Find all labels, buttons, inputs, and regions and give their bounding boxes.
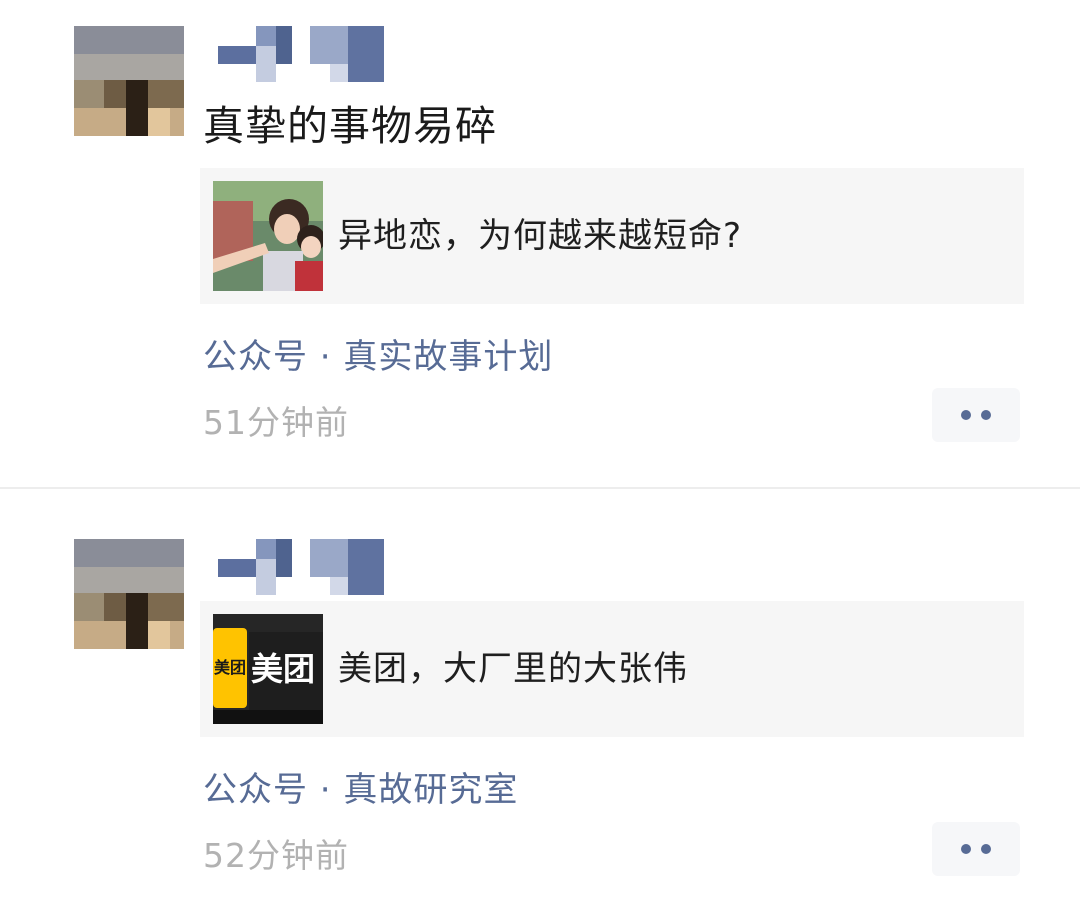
avatar[interactable] xyxy=(74,539,184,649)
post-time: 51分钟前 xyxy=(203,403,349,442)
moment-post: 美团 美团 美团，大厂里的大张伟 公众号 · 真故研究室 52分钟前 xyxy=(0,489,1080,909)
post-time: 52分钟前 xyxy=(203,836,349,875)
meituan-sign-thumbnail-icon: 美团 美团 xyxy=(213,614,323,724)
avatar[interactable] xyxy=(74,26,184,136)
moment-post: 真挚的事物易碎 异地恋，为何越来越短命? 公众号 · 真实故事计划 51分钟前 xyxy=(0,0,1080,488)
more-dots-icon xyxy=(961,844,971,854)
article-title[interactable]: 异地恋，为何越来越短命? xyxy=(338,168,742,304)
username-pixelated[interactable] xyxy=(218,539,388,595)
shared-article-card[interactable]: 异地恋，为何越来越短命? xyxy=(200,168,1024,304)
photo-couple-thumbnail-icon xyxy=(213,181,323,291)
more-dots-icon xyxy=(961,410,971,420)
more-dots-icon xyxy=(981,410,991,420)
more-dots-icon xyxy=(981,844,991,854)
shared-article-card[interactable]: 美团 美团 美团，大厂里的大张伟 xyxy=(200,601,1024,737)
meituan-logo-large: 美团 xyxy=(251,650,316,688)
source-link[interactable]: 公众号 · 真故研究室 xyxy=(203,762,518,811)
more-button[interactable] xyxy=(932,388,1020,442)
post-text: 真挚的事物易碎 xyxy=(203,102,497,150)
source-link[interactable]: 公众号 · 真实故事计划 xyxy=(203,329,553,378)
article-title[interactable]: 美团，大厂里的大张伟 xyxy=(338,601,688,737)
meituan-logo-small: 美团 xyxy=(214,658,247,677)
username-pixelated[interactable] xyxy=(218,26,388,82)
more-button[interactable] xyxy=(932,822,1020,876)
